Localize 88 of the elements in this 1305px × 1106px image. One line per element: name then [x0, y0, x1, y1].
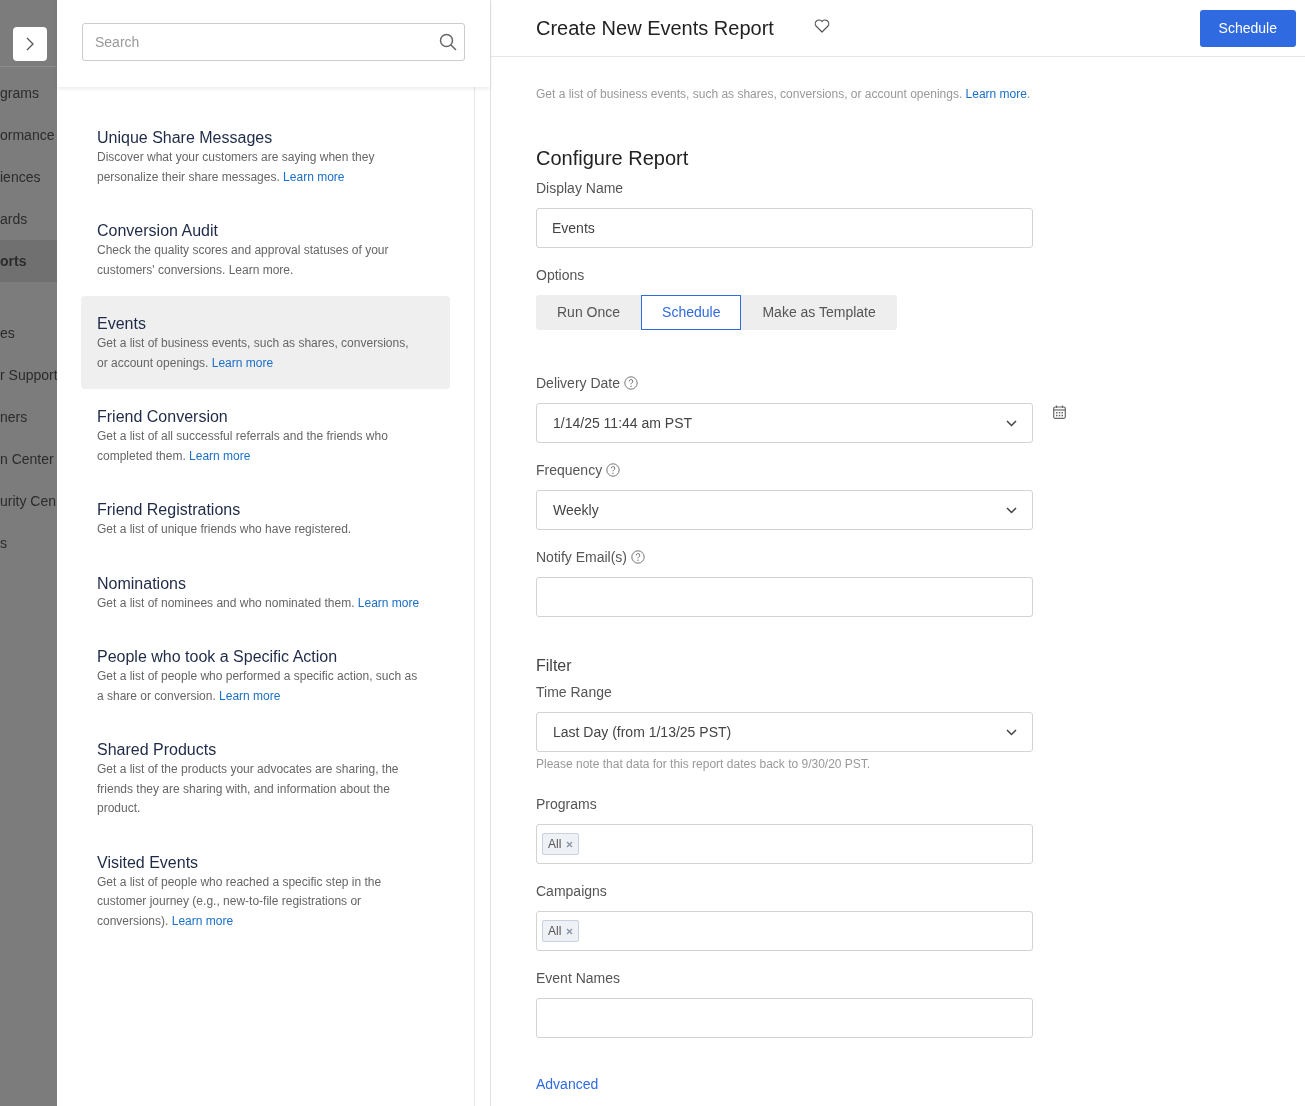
dropdown[interactable]: 1/14/25 11:44 am PST	[536, 403, 1033, 443]
report-title: Friend Conversion	[97, 407, 229, 427]
nav-item[interactable]: r Support	[0, 354, 57, 396]
nav-item[interactable]: urity Cen	[0, 480, 57, 522]
dropdown[interactable]: Weekly	[536, 490, 1033, 530]
report-item[interactable]: People who took a Specific Action Get a list of people who performed a specific action, such as a share or conversion. Learn more	[81, 629, 450, 722]
hint-text: Please note that data for this report dates back to 9/30/20 PST.	[536, 757, 872, 771]
option-tab[interactable]: Schedule	[641, 295, 742, 330]
chevron-down-icon	[1006, 728, 1017, 736]
report-title: Visited Events	[97, 852, 200, 873]
field-label: Frequency	[536, 461, 603, 480]
chevron-right-icon	[26, 37, 34, 51]
field-label: Time Range	[536, 683, 612, 702]
report-title: Unique Share Messages	[97, 128, 274, 148]
nav-item[interactable]: ormance	[0, 114, 57, 156]
learn-more-link[interactable]: Learn more	[283, 169, 345, 184]
help-icon[interactable]	[631, 550, 645, 564]
report-title: Friend Registrations	[97, 500, 242, 520]
nav-item[interactable]: es	[0, 312, 57, 354]
text-field[interactable]: Events	[536, 208, 1033, 248]
field-label: Programs	[536, 795, 597, 814]
report-item[interactable]: Friend Registrations Get a list of unique friends who have registered.	[81, 482, 450, 556]
learn-more-link[interactable]: Learn more	[219, 688, 281, 703]
report-title: Nominations	[97, 573, 187, 594]
learn-more-link[interactable]: Learn more	[357, 595, 420, 610]
report-description: Check the quality scores and approval statuses of your customers' conversions. Learn more.	[97, 242, 390, 279]
nav-item[interactable]: iences	[0, 156, 57, 198]
learn-more-link[interactable]: Learn more	[965, 87, 1027, 101]
nav-item[interactable]: ners	[0, 396, 57, 438]
nav-item[interactable]: s	[0, 522, 57, 564]
chevron-down-icon	[1006, 506, 1017, 514]
tag-field[interactable]: All	[536, 824, 1033, 864]
report-description: Get a list of the products your advocates are sharing, the friends they are sharing with, and information about the product.	[97, 761, 400, 817]
report-description: Get a list of people who performed a specific action, such as a share or conversion. Learn more	[97, 668, 419, 705]
report-description: Get a list of business events, such as shares, conversions, or account openings. Learn more	[97, 335, 410, 372]
section-heading: Configure Report	[536, 146, 690, 170]
field-label: Notify Email(s)	[536, 548, 627, 567]
tag-field[interactable]: All	[536, 911, 1033, 951]
nav-item[interactable]: ards	[0, 198, 57, 240]
dropdown[interactable]: Last Day (from 1/13/25 PST)	[536, 712, 1033, 752]
report-item[interactable]: Conversion Audit Check the quality scores and approval statuses of your customers' conversions. Learn more.	[81, 203, 450, 296]
learn-more-link[interactable]: Learn more	[171, 913, 234, 928]
tag-chip[interactable]: All	[542, 920, 580, 942]
expand-button[interactable]	[13, 27, 47, 61]
report-title: Conversion Audit	[97, 221, 219, 241]
nav-item[interactable]: n Center	[0, 438, 57, 480]
help-icon[interactable]	[606, 463, 621, 477]
field-label: Event Names	[536, 969, 621, 988]
field-label: Delivery Date	[536, 374, 621, 393]
field-label: Campaigns	[536, 882, 607, 901]
help-icon[interactable]	[624, 376, 639, 390]
field-label: Display Name	[536, 179, 624, 198]
text-field[interactable]	[536, 577, 1033, 617]
report-title: Shared Products	[97, 740, 218, 760]
learn-more-link[interactable]: Learn more	[211, 355, 274, 370]
report-title: Events	[97, 314, 147, 334]
report-description: Get a list of all successful referrals and the friends who completed them. Learn more	[97, 428, 389, 465]
section-heading: Filter	[536, 656, 573, 676]
schedule-button[interactable]: Schedule	[1199, 9, 1296, 47]
report-item[interactable]: Nominations Get a list of nominees and who nominated them. Learn more	[81, 555, 450, 629]
nav-item[interactable]: orts	[0, 240, 57, 282]
chevron-down-icon	[1006, 419, 1017, 427]
nav-item[interactable]: grams	[0, 72, 57, 114]
text-field[interactable]	[536, 998, 1033, 1038]
remove-icon[interactable]	[566, 927, 574, 935]
learn-more-link[interactable]: Learn more	[189, 448, 251, 463]
report-item[interactable]: Shared Products Get a list of the products your advocates are sharing, the friends they are sharing with, and information about the product.	[81, 722, 450, 835]
report-item[interactable]: Friend Conversion Get a list of all successful referrals and the friends who completed them. Learn more	[81, 389, 450, 482]
report-item[interactable]: Events Get a list of business events, such as shares, conversions, or account openings. Learn more	[81, 296, 450, 389]
report-description: Discover what your customers are saying when they personalize their share messages. Learn more	[97, 149, 376, 186]
heart-icon[interactable]	[813, 19, 830, 33]
search-icon	[439, 33, 457, 51]
report-item[interactable]: Visited Events Get a list of people who reached a specific step in the customer journey (e.g., new-to-file registrations or conversions). Learn more	[81, 834, 450, 947]
search-field[interactable]: Search	[82, 23, 465, 61]
tag-chip[interactable]: All	[542, 833, 580, 855]
page-title: Create New Events Report	[536, 16, 774, 41]
report-item[interactable]: Unique Share Messages Discover what your customers are saying when they personalize their share messages. Learn more	[81, 110, 450, 203]
option-tab[interactable]: Run Once	[536, 295, 642, 330]
calendar-icon[interactable]	[1053, 405, 1066, 419]
report-title: People who took a Specific Action	[97, 647, 339, 667]
option-tab[interactable]: Make as Template	[741, 295, 897, 330]
advanced-link[interactable]: Advanced	[536, 1074, 599, 1095]
remove-icon[interactable]	[566, 840, 574, 848]
report-description: Get a list of people who reached a specific step in the customer journey (e.g., new-to-file registrations or conversions). Learn more	[97, 873, 383, 930]
intro-text: Get a list of business events, such as shares, conversions, or account openings. Learn more.	[536, 86, 1032, 102]
report-description: Get a list of unique friends who have registered.	[97, 521, 353, 538]
field-label: Options	[536, 266, 585, 285]
report-description: Get a list of nominees and who nominated them. Learn more	[97, 594, 420, 612]
